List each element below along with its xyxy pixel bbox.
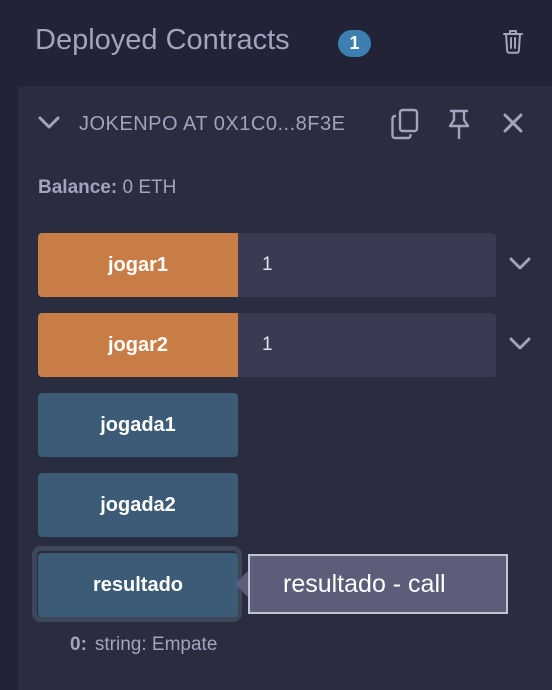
- section-title: Deployed Contracts: [35, 24, 290, 56]
- jogar1-button[interactable]: jogar1: [38, 233, 238, 297]
- chevron-down-icon[interactable]: [508, 333, 532, 355]
- trash-icon[interactable]: [502, 28, 524, 54]
- call-output: 0: string: Empate: [70, 634, 217, 656]
- jogar1-input[interactable]: 1: [238, 233, 496, 297]
- close-icon[interactable]: [502, 112, 524, 134]
- output-value: string: Empate: [94, 634, 218, 655]
- contract-name[interactable]: JOKENPO AT 0X1C0...8F3E: [79, 113, 361, 136]
- balance-value: 0 ETH: [122, 177, 177, 198]
- jogada1-button[interactable]: jogada1: [38, 393, 238, 457]
- output-index: 0:: [70, 634, 87, 655]
- chevron-down-icon[interactable]: [508, 253, 532, 275]
- chevron-down-icon[interactable]: [36, 112, 62, 134]
- balance-display: Balance: 0 ETH: [38, 177, 176, 199]
- pin-icon[interactable]: [446, 108, 472, 140]
- resultado-button[interactable]: resultado: [38, 553, 238, 617]
- balance-label: Balance:: [38, 177, 118, 198]
- tooltip: resultado - call: [248, 554, 508, 614]
- contract-count-badge: 1: [338, 30, 371, 57]
- jogada2-button[interactable]: jogada2: [38, 473, 238, 537]
- tooltip-arrow: [235, 570, 249, 598]
- jogar2-button[interactable]: jogar2: [38, 313, 238, 377]
- copy-icon[interactable]: [390, 108, 420, 140]
- jogar2-input[interactable]: 1: [238, 313, 496, 377]
- contract-instance-panel: JOKENPO AT 0X1C0...8F3E Balance: 0 ETH j…: [18, 86, 552, 690]
- deployed-contracts-header: Deployed Contracts 1: [0, 0, 552, 84]
